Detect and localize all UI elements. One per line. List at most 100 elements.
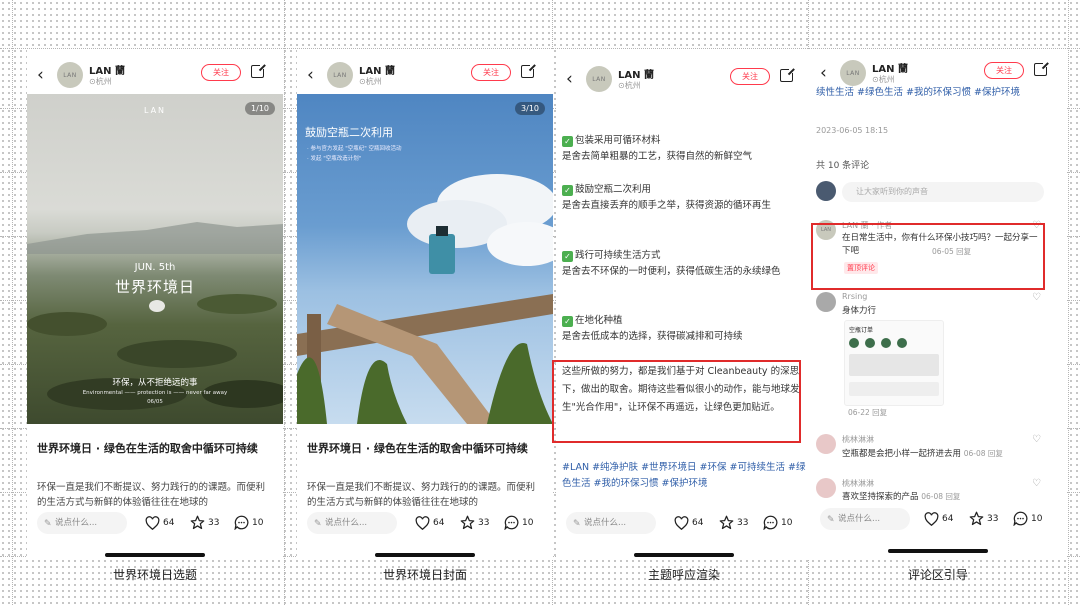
hashtags[interactable]: 续性生活 #绿色生活 #我的环保习惯 #保护环境 — [816, 86, 1060, 100]
cover-sub-1: · 参与官方发起 "空瓶纪" 空瓶回收活动 — [307, 146, 402, 152]
commenter-avatar[interactable] — [816, 478, 836, 498]
hashtags[interactable]: #LAN #纯净护肤 #世界环境日 #环保 #可持续生活 #绿色生活 #我的环保… — [562, 460, 806, 492]
comment-button[interactable]: 10 — [1013, 511, 1042, 526]
post-datetime: 2023-06-05 18:15 — [816, 126, 889, 135]
like-button[interactable]: 64 — [924, 511, 953, 526]
landscape-illustration — [27, 222, 283, 410]
comment-screenshot[interactable]: 空瓶订单 — [844, 320, 944, 406]
avatar[interactable]: LAN — [840, 60, 866, 86]
point-1-body: 是舍去简单粗暴的工艺，获得自然的新鲜空气 — [562, 151, 753, 162]
follow-button[interactable]: 关注 — [984, 62, 1024, 79]
avatar[interactable]: LAN — [327, 62, 353, 88]
bottom-toolbar: ✎ 说点什么... 64 33 10 — [810, 508, 1066, 534]
pen-icon: ✎ — [827, 515, 835, 525]
guide-line — [1068, 0, 1069, 605]
post-image[interactable]: 3/10 鼓励空瓶二次利用 · 参与官方发起 "空瓶纪" 空瓶回收活动 · 发起… — [297, 94, 553, 424]
check-icon: ✓ — [562, 251, 573, 262]
comment-input[interactable]: ✎ 说点什么... — [37, 512, 127, 534]
check-icon: ✓ — [562, 136, 573, 147]
commenter-avatar[interactable] — [816, 434, 836, 454]
comment-button[interactable]: 10 — [234, 515, 263, 530]
user-name[interactable]: LAN 蘭 — [89, 62, 125, 77]
comment-text: 喜欢坚持探索的产品 06-08 回复 — [842, 492, 961, 502]
check-icon: ✓ — [562, 185, 573, 196]
highlight-box — [811, 223, 1045, 290]
home-indicator — [375, 553, 475, 557]
point-2-head: ✓ 鼓励空瓶二次利用 — [562, 182, 806, 198]
comment-button[interactable]: 10 — [763, 515, 792, 530]
screen-caption-4: 评论区引导 — [907, 568, 968, 582]
big-title: 世界环境日 — [114, 278, 195, 296]
follow-button[interactable]: 关注 — [201, 64, 241, 81]
back-arrow-icon[interactable]: ‹ — [37, 66, 44, 84]
favorite-button[interactable]: 33 — [969, 511, 998, 526]
share-icon[interactable] — [780, 67, 795, 82]
screen-caption-1: 世界环境日选题 — [112, 568, 197, 582]
star-icon — [190, 515, 205, 530]
back-arrow-icon[interactable]: ‹ — [566, 70, 573, 88]
home-indicator — [888, 549, 988, 553]
guide-line — [12, 0, 13, 605]
phone-screen-3: ‹ LAN LAN 蘭 ⊙杭州 关注 ✓ 包装采用可循环材料 是舍去简单粗暴的工艺… — [556, 50, 812, 560]
heart-outline-icon[interactable]: ♡ — [1032, 434, 1041, 445]
share-icon[interactable] — [1034, 61, 1049, 76]
image-counter-badge: 3/10 — [515, 102, 545, 115]
comment-time[interactable]: 06-22 回复 — [848, 407, 887, 418]
pen-icon: ✎ — [314, 519, 322, 529]
user-name[interactable]: LAN 蘭 — [872, 60, 908, 75]
back-arrow-icon[interactable]: ‹ — [820, 64, 827, 82]
share-icon[interactable] — [251, 63, 266, 78]
comment-button[interactable]: 10 — [504, 515, 533, 530]
post-description: 环保一直是我们不断提议、努力践行的的课题。而便利的生活方式与新鲜的体验循往往在地… — [307, 482, 536, 508]
slogan-en: Environmental —— protection is —— never … — [82, 390, 228, 396]
commenter-avatar[interactable] — [816, 292, 836, 312]
share-icon[interactable] — [521, 63, 536, 78]
user-location: ⊙杭州 — [89, 77, 112, 86]
post-header: ‹ LAN LAN 蘭 ⊙杭州 关注 — [810, 58, 1066, 88]
heart-icon — [674, 515, 689, 530]
comment-count: 共 10 条评论 — [816, 161, 870, 171]
point-4-body: 是舍去低成本的选择，获得碳减排和可持续 — [562, 331, 743, 342]
phone-screen-4: ‹ LAN LAN 蘭 ⊙杭州 关注 续性生活 #绿色生活 #我的环保习惯 #保… — [810, 50, 1066, 560]
guide-line — [284, 0, 285, 605]
slogan: 环保，从不拒绝远的事 — [112, 378, 198, 388]
comment-text: 空瓶都是会把小样一起挤进去用 06-08 回复 — [842, 449, 1003, 459]
comment-bubble-icon — [234, 515, 249, 530]
follow-button[interactable]: 关注 — [471, 64, 511, 81]
comment-input[interactable]: ✎ 说点什么... — [820, 508, 910, 530]
comment-text: 身体力行 — [842, 306, 877, 316]
follow-button[interactable]: 关注 — [730, 68, 770, 85]
favorite-button[interactable]: 33 — [460, 515, 489, 530]
post-image[interactable]: 1/10 LAN JUN. 5th 世界环境日 环保，从不拒绝远的事 Envir… — [27, 94, 283, 424]
like-button[interactable]: 64 — [145, 515, 174, 530]
user-name[interactable]: LAN 蘭 — [618, 66, 654, 81]
like-button[interactable]: 64 — [674, 515, 703, 530]
check-icon: ✓ — [562, 316, 573, 327]
bottom-toolbar: ✎ 说点什么... 64 33 10 — [297, 512, 553, 538]
post-header: ‹ LAN LAN 蘭 ⊙杭州 关注 — [556, 64, 812, 94]
star-icon — [460, 515, 475, 530]
date-small: 06/05 — [147, 399, 163, 405]
my-avatar — [816, 181, 836, 201]
comment-input[interactable]: ✎ 说点什么... — [307, 512, 397, 534]
comment-author: 桃林淋淋 — [842, 435, 874, 444]
pen-icon: ✎ — [573, 519, 581, 529]
point-4-head: ✓ 在地化种植 — [562, 313, 806, 329]
comment-bubble-icon — [1013, 511, 1028, 526]
favorite-button[interactable]: 33 — [190, 515, 219, 530]
comment-input[interactable]: ✎ 说点什么... — [566, 512, 656, 534]
comment-field[interactable]: 让大家听到你的声音 — [842, 182, 1044, 202]
brand-mark: LAN — [143, 106, 167, 115]
like-button[interactable]: 64 — [415, 515, 444, 530]
avatar[interactable]: LAN — [586, 66, 612, 92]
screenshot-title: 空瓶订单 — [849, 327, 874, 334]
back-arrow-icon[interactable]: ‹ — [307, 66, 314, 84]
heart-outline-icon[interactable]: ♡ — [1032, 292, 1041, 303]
user-location: ⊙杭州 — [618, 81, 641, 90]
avatar[interactable]: LAN — [57, 62, 83, 88]
user-location: ⊙杭州 — [872, 75, 895, 84]
heart-outline-icon[interactable]: ♡ — [1032, 478, 1041, 489]
screen-caption-3: 主题呼应渲染 — [647, 568, 720, 582]
user-name[interactable]: LAN 蘭 — [359, 62, 395, 77]
favorite-button[interactable]: 33 — [719, 515, 748, 530]
